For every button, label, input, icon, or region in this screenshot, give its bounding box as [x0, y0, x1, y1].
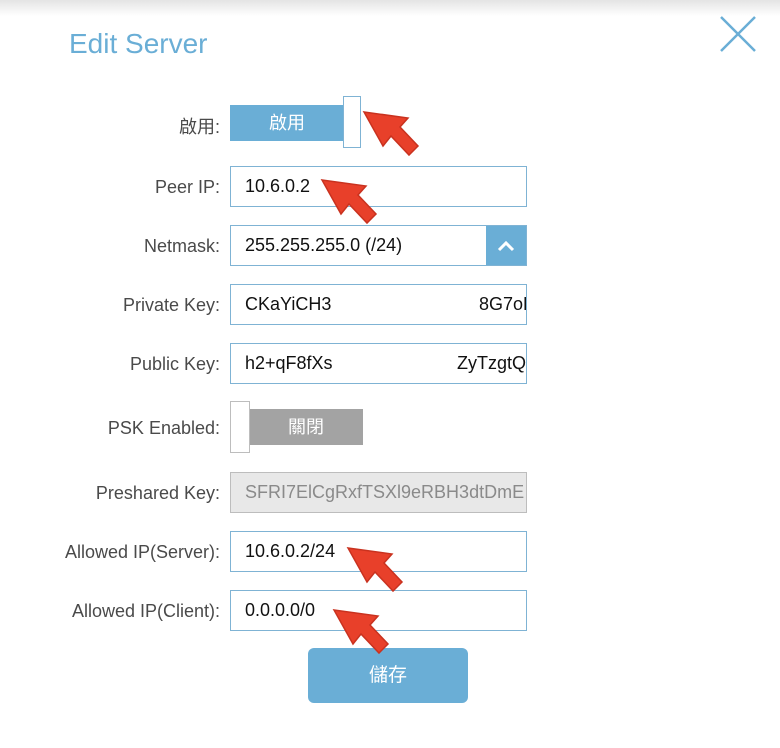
private-key-value-end: 8G7oE: [479, 294, 526, 314]
allowed-ip-server-label: Allowed IP(Server):: [64, 542, 220, 562]
dialog-title: Edit Server: [69, 28, 208, 59]
psk-enabled-toggle-label: 關閉: [249, 409, 363, 445]
public-key-value-start: h2+qF8fXs: [245, 353, 333, 373]
netmask-dropdown-button[interactable]: [486, 226, 526, 265]
psk-enabled-toggle-knob[interactable]: [230, 401, 250, 453]
enable-toggle-label: 啟用: [230, 105, 344, 141]
enable-toggle[interactable]: 啟用: [230, 96, 363, 148]
private-key-label: Private Key:: [122, 295, 220, 315]
peer-ip-label: Peer IP:: [154, 177, 220, 197]
peer-ip-field[interactable]: [230, 166, 527, 207]
public-key-label: Public Key:: [129, 354, 220, 374]
allowed-ip-client-field[interactable]: [230, 590, 527, 631]
netmask-select[interactable]: 255.255.255.0 (/24): [230, 225, 527, 266]
preshared-key-field: SFRI7ElCgRxfTSXl9eRBH3dtDmE: [230, 472, 527, 513]
preshared-key-label: Preshared Key:: [95, 483, 220, 503]
preshared-key-value: SFRI7ElCgRxfTSXl9eRBH3dtDmE: [245, 482, 525, 502]
close-button[interactable]: [718, 14, 758, 54]
peer-ip-input[interactable]: [245, 167, 515, 206]
chevron-up-icon: [497, 240, 515, 252]
save-button[interactable]: 儲存: [308, 648, 468, 703]
red-arrow-icon: [362, 111, 420, 157]
close-icon: [720, 16, 756, 52]
psk-enabled-label: PSK Enabled:: [107, 418, 220, 438]
allowed-ip-client-label: Allowed IP(Client):: [71, 601, 220, 621]
enable-label: 啟用:: [178, 117, 220, 137]
private-key-value-start: CKaYiCH3: [245, 294, 332, 314]
netmask-value: 255.255.255.0 (/24): [245, 235, 403, 255]
allowed-ip-server-field[interactable]: [230, 531, 527, 572]
enable-toggle-knob[interactable]: [343, 96, 361, 148]
allowed-ip-server-input[interactable]: [245, 532, 515, 571]
public-key-field[interactable]: h2+qF8fXs ZyTzgtQ: [230, 343, 527, 384]
window-top-shade: [0, 0, 780, 16]
public-key-value-end: ZyTzgtQ: [457, 353, 527, 373]
allowed-ip-client-input[interactable]: [245, 591, 515, 630]
netmask-label: Netmask:: [143, 236, 220, 256]
private-key-field[interactable]: CKaYiCH3 8G7oE: [230, 284, 527, 325]
psk-enabled-toggle[interactable]: 關閉: [230, 401, 364, 453]
